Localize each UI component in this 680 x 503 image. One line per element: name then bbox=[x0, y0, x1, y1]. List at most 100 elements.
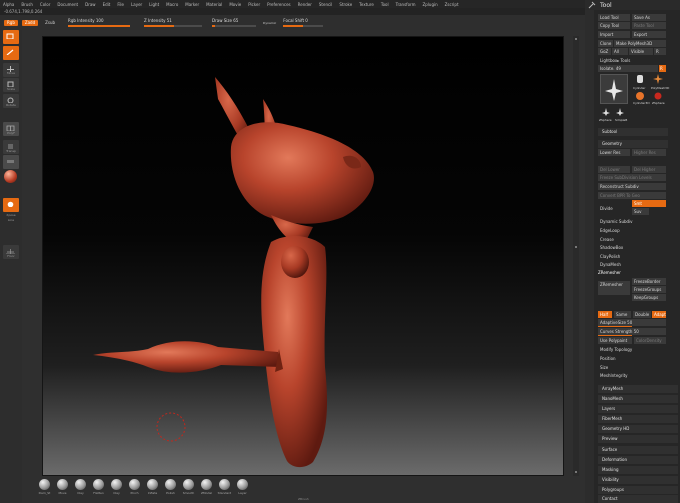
menu-document[interactable]: Document bbox=[57, 2, 78, 7]
size-section[interactable]: Size bbox=[600, 365, 608, 370]
menu-material[interactable]: Material bbox=[206, 2, 222, 7]
menu-movie[interactable]: Movie bbox=[229, 2, 241, 7]
focal-shift-slider[interactable]: Focal Shift 0 bbox=[283, 18, 324, 28]
use-polypaint-button[interactable]: Use Polypaint bbox=[598, 337, 632, 344]
brush-slot-8[interactable]: Polish bbox=[162, 479, 179, 495]
double-button[interactable]: Double bbox=[633, 311, 651, 318]
adaptive-size-slider[interactable]: AdaptiveSize 50 bbox=[598, 319, 666, 326]
mesh-integrity-section[interactable]: MeshIntegrity bbox=[600, 373, 628, 378]
copy-tool-button[interactable]: Copy Tool bbox=[598, 22, 630, 29]
keep-groups-button[interactable]: KeepGroups bbox=[632, 294, 666, 301]
del-lower-button[interactable]: Del Lower bbox=[598, 166, 630, 173]
higher-res-button[interactable]: Higher Res bbox=[632, 149, 666, 156]
preview-section[interactable]: Preview bbox=[598, 435, 678, 443]
menu-alpha[interactable]: Alpha bbox=[3, 2, 14, 7]
brush-slot-11[interactable]: Standard bbox=[216, 479, 233, 495]
layers-section[interactable]: Layers bbox=[598, 405, 678, 413]
divide-button[interactable]: Divide bbox=[600, 206, 613, 211]
sculpt-model[interactable] bbox=[43, 37, 565, 477]
scroll-handle-bottom[interactable] bbox=[575, 471, 577, 473]
claypolish-section[interactable]: ClayPolish bbox=[600, 254, 620, 259]
tool-panel-scrollbar[interactable] bbox=[585, 10, 594, 503]
menu-macro[interactable]: Macro bbox=[166, 2, 178, 7]
adapt-button[interactable]: Adapt bbox=[652, 311, 666, 318]
draw-size-slider[interactable]: Draw Size 65 bbox=[212, 18, 257, 28]
current-tool-slider[interactable]: Isolate. 49 bbox=[598, 65, 658, 72]
menu-marker[interactable]: Marker bbox=[185, 2, 199, 7]
zremesher-button[interactable]: ZRemesher bbox=[598, 281, 630, 295]
menu-zscript[interactable]: Zscript bbox=[445, 2, 459, 7]
draw-mode-button[interactable] bbox=[3, 46, 19, 60]
menu-preferences[interactable]: Preferences bbox=[267, 2, 291, 7]
goz-button[interactable]: GoZ bbox=[598, 48, 611, 55]
color-density-slider[interactable]: ColorDensity bbox=[634, 337, 666, 344]
menu-tool[interactable]: Tool bbox=[381, 2, 389, 7]
edit-mode-button[interactable] bbox=[3, 30, 19, 44]
brush-slot-6[interactable]: Pinch bbox=[126, 479, 143, 495]
polygroups-section[interactable]: Polygroups bbox=[598, 486, 678, 494]
lightbox-tools-link[interactable]: Lightbox▸ Tools bbox=[600, 58, 630, 63]
curves-strength-slider[interactable]: Curves Strength 50 bbox=[598, 328, 666, 335]
brush-slot-1[interactable]: Dam_St bbox=[36, 479, 53, 495]
arraymesh-section[interactable]: ArrayMesh bbox=[598, 385, 678, 393]
zremesher-section[interactable]: ZRemesher bbox=[598, 270, 621, 275]
import-button[interactable]: Import bbox=[598, 31, 630, 38]
visibility-section[interactable]: Visibility bbox=[598, 476, 678, 484]
dynamic-subdiv-section[interactable]: Dynamic Subdiv bbox=[600, 219, 633, 224]
brush-slot-3[interactable]: Clay bbox=[72, 479, 89, 495]
menu-render[interactable]: Render bbox=[298, 2, 312, 7]
crease-section[interactable]: Crease bbox=[600, 237, 614, 242]
menu-stencil[interactable]: Stencil bbox=[319, 2, 333, 7]
edgeloop-section[interactable]: EdgeLoop bbox=[600, 228, 620, 233]
reconstruct-subdiv-button[interactable]: Reconstruct Subdiv bbox=[598, 183, 666, 190]
suv-toggle[interactable]: Suv bbox=[632, 208, 649, 215]
brush-slot-7[interactable]: Inflate bbox=[144, 479, 161, 495]
menu-stroke[interactable]: Stroke bbox=[339, 2, 352, 7]
make-polymesh-button[interactable]: Make PolyMesh3D bbox=[614, 40, 666, 47]
same-button[interactable]: Same bbox=[614, 311, 631, 318]
menu-layer[interactable]: Layer bbox=[131, 2, 142, 7]
solo-button[interactable] bbox=[3, 155, 19, 169]
clone-button[interactable]: Clone bbox=[598, 40, 613, 47]
cylinder-thumbnail[interactable] bbox=[634, 74, 646, 84]
brush-slot-4[interactable]: Flatten bbox=[90, 479, 107, 495]
menu-transform[interactable]: Transform bbox=[396, 2, 416, 7]
rgb-button[interactable]: Rgb bbox=[4, 19, 18, 26]
menu-edit[interactable]: Edit bbox=[103, 2, 111, 7]
brush-slot-12[interactable]: Layer bbox=[234, 479, 251, 495]
subtool-section[interactable]: Subtool bbox=[598, 128, 668, 136]
menu-draw[interactable]: Draw bbox=[85, 2, 95, 7]
deformation-section[interactable]: Deformation bbox=[598, 456, 678, 464]
zsub-button[interactable]: Zsub bbox=[42, 20, 58, 26]
simpleb-thumbnail[interactable] bbox=[614, 107, 626, 117]
masking-section[interactable]: Masking bbox=[598, 466, 678, 474]
menu-brush[interactable]: Brush bbox=[21, 2, 33, 7]
position-section[interactable]: Position bbox=[600, 356, 616, 361]
menu-texture[interactable]: Texture bbox=[359, 2, 374, 7]
zsphere-thumbnail[interactable] bbox=[652, 91, 664, 101]
menu-light[interactable]: Light bbox=[149, 2, 159, 7]
smt-toggle[interactable]: Smt bbox=[632, 200, 666, 207]
goz-r-button[interactable]: R bbox=[654, 48, 666, 55]
canvas-scrollbar[interactable] bbox=[573, 36, 579, 476]
nanomesh-section[interactable]: NanoMesh bbox=[598, 395, 678, 403]
modify-topology-section[interactable]: Modify Topology bbox=[600, 347, 632, 352]
brush-slot-10[interactable]: ZModel bbox=[198, 479, 215, 495]
export-button[interactable]: Export bbox=[632, 31, 666, 38]
cylinder3d-thumbnail[interactable] bbox=[634, 91, 646, 101]
lower-res-button[interactable]: Lower Res bbox=[598, 149, 630, 156]
surface-section[interactable]: Surface bbox=[598, 446, 678, 454]
brush-slot-5[interactable]: Clay bbox=[108, 479, 125, 495]
zsphere2-thumbnail[interactable] bbox=[600, 107, 612, 117]
geometry-section[interactable]: Geometry bbox=[598, 140, 668, 148]
freeze-groups-button[interactable]: FreezeGroups bbox=[632, 286, 666, 293]
half-button[interactable]: Half bbox=[598, 311, 612, 318]
menu-file[interactable]: File bbox=[117, 2, 124, 7]
xpose-button[interactable] bbox=[3, 198, 19, 212]
tool-r-button[interactable]: R bbox=[659, 65, 666, 72]
document-canvas[interactable] bbox=[42, 36, 564, 476]
rgb-intensity-slider[interactable]: Rgb Intensity 100 bbox=[68, 18, 131, 28]
load-tool-button[interactable]: Load Tool bbox=[598, 14, 630, 21]
convert-bpr-button[interactable]: Convert BPR To Geo bbox=[598, 192, 666, 199]
del-higher-button[interactable]: Del Higher bbox=[632, 166, 666, 173]
